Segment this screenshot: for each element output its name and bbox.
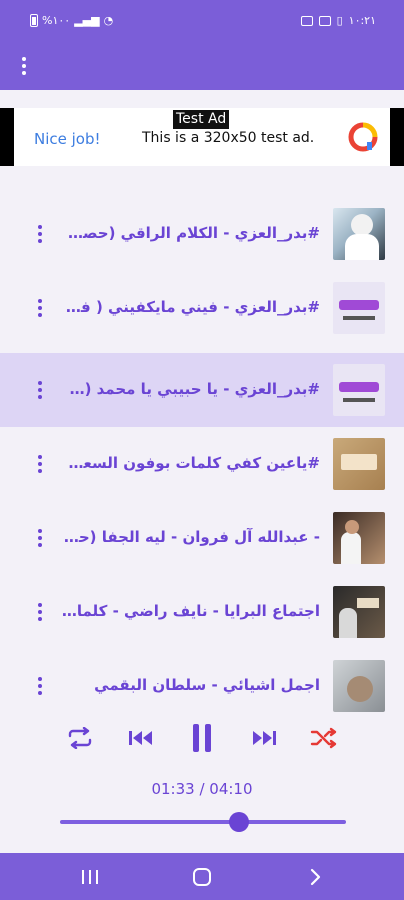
vibrate-icon: ▯	[336, 14, 343, 27]
ad-cta[interactable]: Nice job!	[34, 130, 101, 148]
track-title: #بدر_العزي - فيني مايكفيني ( فيديو كليب …	[60, 298, 320, 316]
pause-icon[interactable]	[186, 722, 218, 754]
track-title: اجمل اشيائي - سلطان البقمي	[94, 676, 320, 694]
next-icon[interactable]	[248, 722, 280, 754]
track-row-active[interactable]: #بدر_العزي - يا حبيبي يا محمد (حصريا)	[0, 353, 404, 427]
signal-icon: ▂▄▆	[74, 14, 100, 27]
shuffle-icon[interactable]	[308, 722, 340, 754]
player-controls	[0, 718, 404, 758]
repeat-icon[interactable]	[64, 722, 96, 754]
status-right: ▯ ١٠:٢١	[300, 14, 376, 27]
ad-text: This is a 320x50 test ad.	[142, 130, 315, 146]
track-thumbnail	[333, 438, 385, 490]
track-thumbnail	[333, 512, 385, 564]
app-bar	[0, 44, 404, 90]
track-thumbnail	[333, 282, 385, 334]
system-nav-bar	[0, 853, 404, 900]
ad-tag: Test Ad	[173, 110, 230, 129]
track-row[interactable]: #بدر_العزي - الكلام الراقي (حصريا) | 202…	[0, 197, 404, 271]
track-thumbnail	[333, 364, 385, 416]
track-title: #ياعين كفي كلمات بوفون السعودي (حصريا)	[60, 454, 320, 472]
track-row[interactable]: اجتماع البرايا - نايف راضي - كلمات: سلطا…	[0, 575, 404, 649]
track-row[interactable]: - عبدالله آل فروان - ليه الجفا (حصريا)	[0, 501, 404, 575]
wifi-icon: ◔	[103, 14, 114, 27]
seek-bar[interactable]	[60, 820, 346, 824]
track-title: #بدر_العزي - الكلام الراقي (حصريا) | 202…	[60, 224, 320, 242]
back-icon[interactable]	[304, 865, 328, 889]
track-thumbnail	[333, 208, 385, 260]
track-more-icon[interactable]	[36, 603, 44, 621]
home-icon[interactable]	[190, 865, 214, 889]
track-more-icon[interactable]	[36, 455, 44, 473]
track-row[interactable]: اجمل اشيائي - سلطان البقمي	[0, 649, 404, 723]
track-title: #بدر_العزي - يا حبيبي يا محمد (حصريا)	[60, 380, 320, 398]
ad-logo-icon	[348, 122, 378, 152]
previous-icon[interactable]	[125, 722, 157, 754]
more-vert-icon[interactable]	[18, 54, 30, 78]
notification-icon	[300, 15, 313, 26]
time-display: 01:33 / 04:10	[151, 780, 253, 798]
clock: ١٠:٢١	[348, 14, 376, 27]
track-more-icon[interactable]	[36, 299, 44, 317]
status-left: %١٠٠ ▂▄▆ ◔	[30, 14, 113, 27]
track-more-icon[interactable]	[36, 529, 44, 547]
track-thumbnail	[333, 586, 385, 638]
track-row[interactable]: #ياعين كفي كلمات بوفون السعودي (حصريا)	[0, 427, 404, 501]
status-bar: %١٠٠ ▂▄▆ ◔ ▯ ١٠:٢١	[0, 0, 404, 44]
ad-border-left	[0, 108, 14, 166]
battery-percent: %١٠٠	[42, 14, 71, 27]
track-title: - عبدالله آل فروان - ليه الجفا (حصريا)	[60, 528, 320, 546]
ad-border-right	[390, 108, 404, 166]
track-more-icon[interactable]	[36, 381, 44, 399]
track-more-icon[interactable]	[36, 225, 44, 243]
track-title: اجتماع البرايا - نايف راضي - كلمات: سلطا…	[60, 602, 320, 620]
track-more-icon[interactable]	[36, 677, 44, 695]
recents-icon[interactable]	[78, 865, 102, 889]
track-thumbnail	[333, 660, 385, 712]
track-row[interactable]: #بدر_العزي - فيني مايكفيني ( فيديو كليب …	[0, 271, 404, 345]
seek-thumb[interactable]	[229, 812, 249, 832]
battery-icon	[30, 14, 38, 27]
gallery-icon	[318, 15, 331, 26]
